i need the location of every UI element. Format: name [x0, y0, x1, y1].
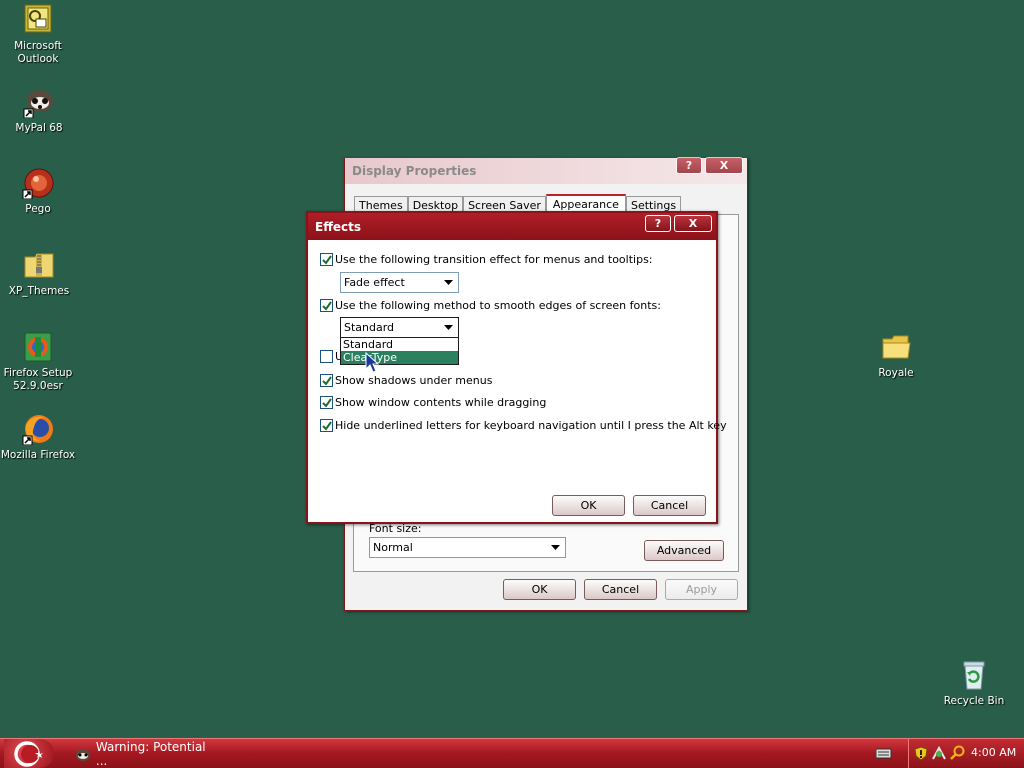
apply-button[interactable]: Apply [665, 579, 738, 600]
advanced-button[interactable]: Advanced [644, 540, 724, 561]
network-icon[interactable] [931, 745, 947, 764]
smooth-edges-label: Use the following method to smooth edges… [335, 299, 661, 312]
transition-effect-value: Fade effect [344, 276, 405, 289]
chevron-down-icon [440, 320, 456, 335]
dropdown-option-standard[interactable]: Standard [341, 338, 458, 351]
checkmark-icon [322, 376, 332, 386]
taskbar: Warning: Potential ... 4:00 AM [0, 738, 1024, 768]
desktop-icon-label: Firefox Setup 52.9.0esr [3, 367, 73, 392]
smoothing-method-value: Standard [344, 321, 395, 334]
drag-contents-checkbox[interactable] [320, 396, 333, 409]
help-button[interactable]: ? [645, 215, 671, 232]
desktop-icon-label: Recycle Bin [943, 695, 1005, 707]
effects-body: Use the following transition effect for … [308, 240, 727, 522]
dialog-title: Effects [315, 219, 362, 234]
warning-app-icon [76, 749, 90, 761]
drag-contents-label: Show window contents while dragging [335, 396, 547, 409]
system-tray: 4:00 AM [908, 739, 1024, 768]
taskbar-task-button[interactable]: Warning: Potential ... [74, 740, 220, 768]
smoothing-dropdown-list: Standard ClearType [340, 337, 459, 365]
mouse-pointer-icon [365, 351, 380, 377]
recycle-bin-icon [958, 659, 990, 691]
desktop-icon-mozilla-firefox[interactable]: Mozilla Firefox [0, 413, 78, 462]
desktop-icon-mypal[interactable]: MyPal 68 [0, 86, 79, 135]
outlook-icon [22, 4, 54, 36]
menu-shadows-label: Show shadows under menus [335, 374, 493, 387]
mypal-icon [23, 86, 55, 119]
chevron-down-icon [440, 275, 456, 290]
desktop-icon-xp-themes[interactable]: XP_Themes [0, 249, 79, 298]
zip-folder-icon [23, 249, 55, 281]
desktop-icon-outlook[interactable]: Microsoft Outlook [0, 4, 78, 66]
desktop-icon-label: Mozilla Firefox [0, 449, 76, 461]
large-icons-checkbox[interactable] [320, 350, 333, 363]
smooth-edges-checkbox[interactable] [320, 299, 333, 312]
desktop-icon-label: Royale [878, 367, 914, 379]
hide-underlines-label: Hide underlined letters for keyboard nav… [335, 419, 727, 432]
start-logo-icon [14, 740, 43, 767]
checkmark-icon [322, 398, 332, 408]
checkmark-icon [322, 421, 332, 431]
firefox-icon [22, 413, 54, 446]
desktop-icon-label: Pego [25, 203, 51, 215]
dropdown-option-cleartype[interactable]: ClearType [341, 351, 458, 364]
font-size-value: Normal [373, 541, 413, 554]
hide-underlines-checkbox[interactable] [320, 419, 333, 432]
chevron-down-icon [547, 540, 563, 555]
help-button[interactable]: ? [676, 157, 702, 174]
desktop-icon-label: MyPal 68 [15, 122, 63, 134]
ok-button[interactable]: OK [552, 495, 625, 516]
cancel-button[interactable]: Cancel [584, 579, 657, 600]
start-button[interactable] [4, 739, 54, 768]
installer-icon [22, 331, 54, 363]
transition-effect-checkbox[interactable] [320, 253, 333, 266]
cancel-button[interactable]: Cancel [633, 495, 706, 516]
checkmark-icon [322, 301, 332, 311]
task-label: Warning: Potential ... [95, 740, 206, 768]
clock[interactable]: 4:00 AM [971, 746, 1016, 759]
close-button[interactable]: X [674, 215, 712, 232]
folder-icon [880, 331, 912, 363]
security-shield-icon[interactable] [914, 746, 928, 764]
desktop-icon-pego[interactable]: Pego [0, 167, 78, 216]
desktop-icon-royale[interactable]: Royale [856, 331, 936, 380]
search-icon[interactable] [949, 745, 965, 764]
desktop-icon-label: XP_Themes [8, 285, 70, 297]
keyboard-icon[interactable] [875, 747, 892, 759]
smoothing-method-select[interactable]: Standard [340, 317, 459, 338]
close-button[interactable]: X [705, 157, 743, 174]
desktop-icon-firefox-setup[interactable]: Firefox Setup 52.9.0esr [0, 331, 78, 393]
checkmark-icon [322, 255, 332, 265]
desktop-icon-label: Microsoft Outlook [14, 40, 62, 65]
window-title: Display Properties [352, 164, 477, 178]
transition-effect-select[interactable]: Fade effect [340, 272, 459, 293]
desktop-icon-recycle-bin[interactable]: Recycle Bin [934, 659, 1014, 708]
menu-shadows-checkbox[interactable] [320, 374, 333, 387]
pego-icon [22, 167, 54, 200]
transition-effect-label: Use the following transition effect for … [335, 253, 653, 266]
ok-button[interactable]: OK [503, 579, 576, 600]
effects-titlebar[interactable]: Effects ? X [308, 213, 716, 240]
font-size-select[interactable]: Normal [369, 537, 566, 558]
display-properties-titlebar[interactable]: Display Properties ? X [345, 157, 747, 184]
